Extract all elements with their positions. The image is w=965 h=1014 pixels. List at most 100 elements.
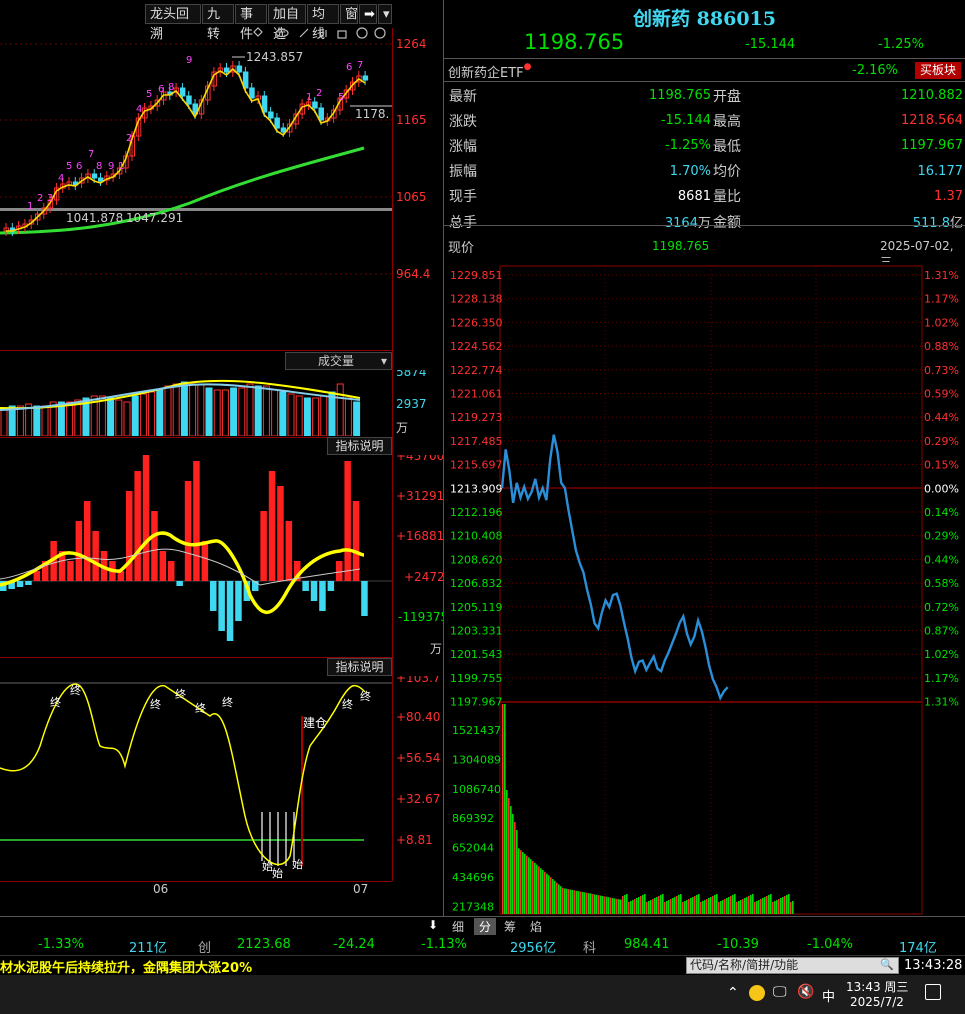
volume-dropdown-icon: ▾ [380, 354, 387, 368]
kline-chart[interactable]: 12 345 678 9 1245 6 896 71 2 5 1243.857 1041.878 … [0, 28, 443, 350]
intraday-volume-bar [532, 861, 534, 914]
intraday-volume-bar [580, 891, 582, 914]
toolbar-btn-add-watchlist[interactable]: 加自选 [268, 4, 306, 42]
intraday-volume-bar [784, 896, 786, 914]
intraday-volume-bar [790, 902, 792, 914]
etf-row[interactable]: 创新药企ETF● [448, 62, 532, 81]
intraday-price-tick: 1206.832 [450, 577, 503, 590]
last-price-label: 1178. [355, 107, 389, 121]
network-icon[interactable]: 🖵 [773, 984, 787, 1000]
quote-row: 最新 1198.765 开盘 1210.882 [448, 83, 965, 108]
toolbar-dropdown-arrow[interactable]: ▾ [378, 4, 392, 24]
intraday-chart[interactable]: 1229.851 1228.138 1226.350 1224.562 1222.774… [444, 262, 965, 917]
volume-axis-2: 2937 [396, 397, 427, 411]
ticker-3: 2123.68 [237, 937, 291, 952]
intraday-volume-bar [662, 894, 664, 914]
intraday-volume-bar [566, 888, 568, 914]
toolbar-expand-arrow[interactable]: ➡ [359, 4, 377, 24]
intraday-volume-tick: 869392 [452, 812, 494, 825]
toolbar-btn-nine-turn[interactable]: 九转 [202, 4, 234, 42]
intraday-pct-tick: 0.87% [924, 625, 959, 638]
ticker-2[interactable]: 创 [198, 937, 211, 956]
intraday-volume-bar [744, 898, 746, 914]
intraday-volume-bar [732, 895, 734, 914]
svg-text:终: 终 [360, 689, 371, 703]
intraday-volume-bar [560, 886, 562, 914]
volume-bar [320, 395, 328, 436]
intraday-volume-bar [774, 901, 776, 914]
search-icon[interactable]: 🔍 [880, 958, 894, 971]
svg-text:终: 终 [150, 697, 161, 711]
intraday-volume-bar [612, 898, 614, 914]
intraday-volume-bar [690, 898, 692, 914]
intraday-volume-bar [610, 897, 612, 914]
indicator2-chart[interactable]: 终 终 终 终 终 终 终 终 始 始 始 建仓 +103.7 +80.40 +… [0, 676, 443, 881]
intraday-volume-bar [614, 898, 616, 914]
volume-bar [139, 393, 147, 436]
intraday-volume-bar [608, 897, 610, 914]
news-headline[interactable]: 材水泥股午后持续拉升，金隅集团大涨20% [0, 957, 252, 976]
indicator1-bar [168, 561, 175, 581]
indicator1-chart[interactable]: +457007 +312912 +168816 +24721 -119375 万 [0, 455, 443, 655]
volume-title[interactable]: 成交量 ▾ [285, 352, 392, 370]
indicator1-bar [134, 471, 141, 581]
tab-flame[interactable]: 焰 [530, 918, 542, 935]
intraday-volume-bar [598, 895, 600, 914]
intraday-volume-bar [550, 877, 552, 914]
volume-bar [33, 405, 41, 436]
intraday-volume-bar [508, 798, 510, 914]
intraday-volume-bar [708, 898, 710, 914]
toolbar-btn-dragon-review[interactable]: 龙头回溯 [145, 4, 201, 42]
intraday-volume-bar [622, 896, 624, 914]
indicator1-bar [16, 581, 24, 587]
intraday-price-tick: 1201.543 [450, 648, 503, 661]
taskbar-time[interactable]: 13:43 周三 [846, 978, 908, 995]
indicator1-help-button[interactable]: 指标说明 [327, 437, 392, 455]
search-input[interactable]: 代码/名称/简拼/功能 [690, 958, 798, 973]
ind2-axis-1: +103.7 [396, 676, 440, 685]
intraday-volume-bar [552, 879, 554, 914]
volume-bar [164, 385, 172, 436]
volume-muted-icon[interactable]: 🔇 [797, 984, 814, 1000]
intraday-volume-bar [618, 899, 620, 914]
quote-label: 最低 [713, 138, 741, 155]
indicator2-help-button[interactable]: 指标说明 [327, 658, 392, 676]
intraday-pct-tick: 0.00% [924, 482, 959, 495]
ticker-7[interactable]: 科 [583, 937, 596, 956]
tab-expand-arrow[interactable]: ⬇ [428, 918, 438, 932]
buy-sector-button[interactable]: 买板块 [915, 62, 961, 79]
ind1-axis-4: +24721 [404, 570, 443, 584]
intraday-volume-bar [702, 901, 704, 914]
volume-chart[interactable]: 5874 2937 万 [0, 370, 443, 436]
toolbar-btn-window[interactable]: 窗 [340, 4, 358, 24]
tab-chips[interactable]: 筹 [504, 918, 516, 935]
tab-detail[interactable]: 细 [452, 918, 464, 935]
quote-value: -15.144 [660, 113, 711, 129]
tab-minute[interactable]: 分 [474, 918, 496, 935]
intraday-volume-bar [574, 890, 576, 914]
nine-count: 3 [47, 193, 53, 204]
toolbar-btn-events[interactable]: 事件 [235, 4, 267, 42]
indicator1-bar [84, 501, 91, 581]
intraday-volume-bar [736, 902, 738, 914]
chevron-up-icon[interactable]: ⌃ [727, 985, 739, 1001]
indicator1-bars [0, 455, 368, 641]
taskbar-date[interactable]: 2025/7/2 [850, 995, 904, 1009]
notification-icon[interactable] [925, 984, 941, 1000]
intraday-volume-bar [716, 894, 718, 914]
intraday-volume-bar [758, 900, 760, 914]
intraday-price-line [500, 434, 729, 701]
ime-indicator[interactable]: 中 [822, 986, 835, 1005]
nine-count: 2 [37, 193, 43, 204]
intraday-volume-bar [688, 899, 690, 914]
toolbar-btn-ma[interactable]: 均线 [307, 4, 339, 42]
intraday-volume-bar [548, 875, 550, 914]
volume-bar [238, 387, 246, 436]
intraday-volume-bar [780, 898, 782, 914]
indicator1-bar [142, 455, 150, 581]
intraday-volume-bar [698, 894, 700, 914]
intraday-volume-bar [642, 895, 644, 914]
search-box[interactable]: 代码/名称/简拼/功能 🔍 [686, 957, 899, 974]
low-price-label-2: 1047.291 [126, 211, 183, 225]
app-tray-icon[interactable] [749, 985, 765, 1001]
